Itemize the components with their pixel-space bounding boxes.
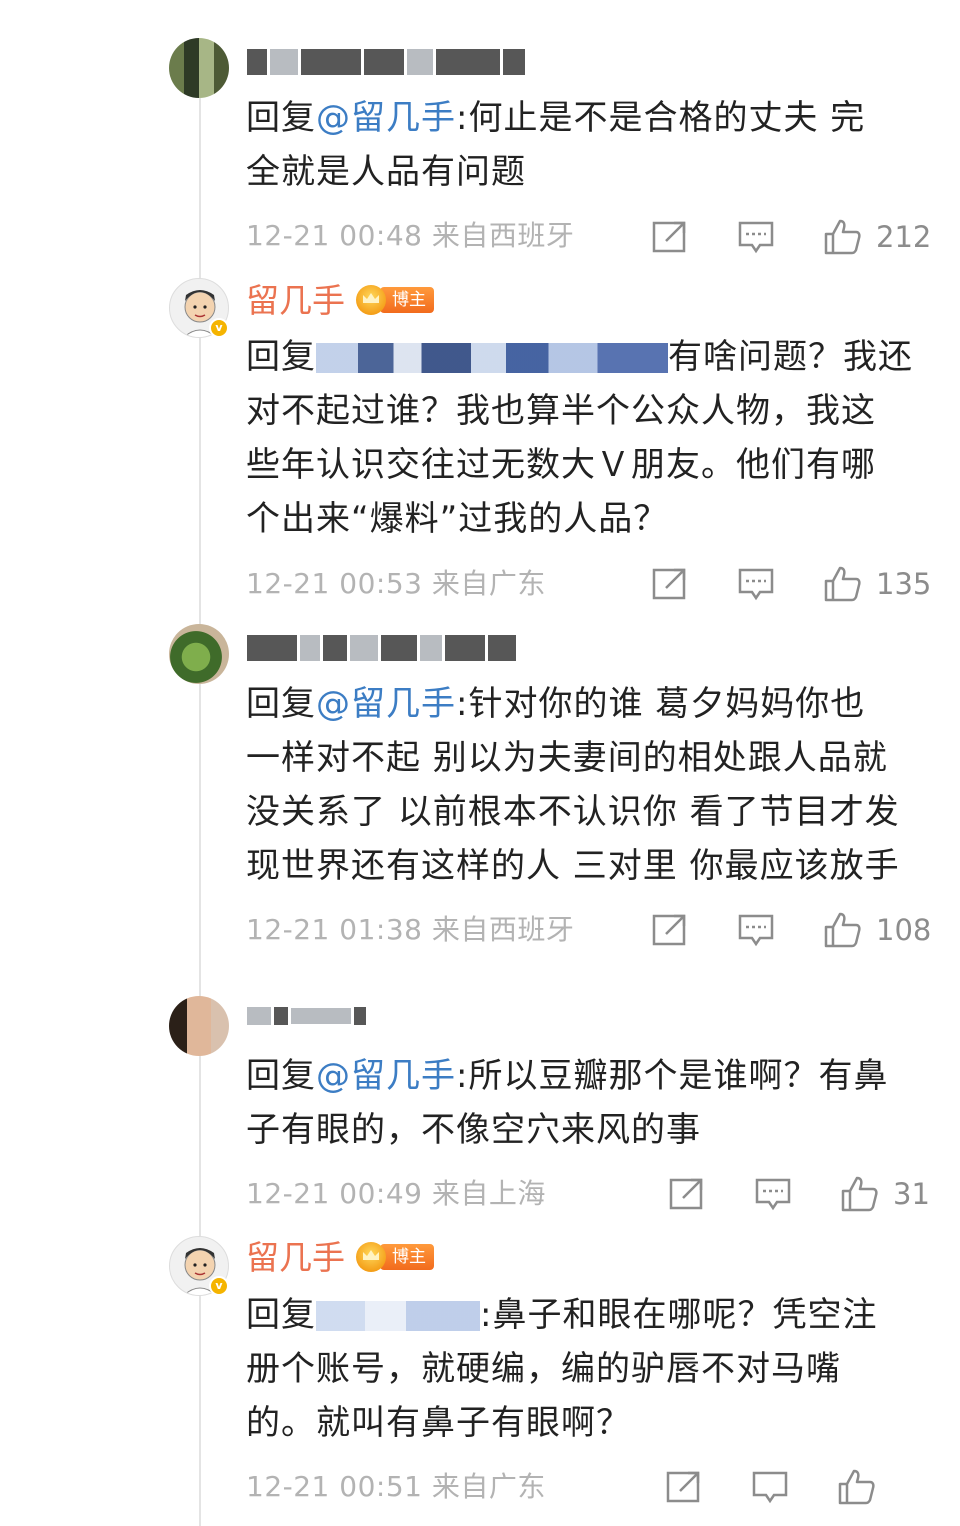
like-icon[interactable] (822, 564, 862, 604)
verified-badge-icon: v (209, 1276, 229, 1296)
mention-link[interactable]: @留几手 (316, 1056, 456, 1096)
blogger-badge: 博主 (356, 1242, 434, 1272)
like-count: 31 (893, 1177, 930, 1211)
like-icon[interactable] (836, 1467, 876, 1507)
share-icon[interactable] (650, 910, 690, 950)
share-icon[interactable] (667, 1174, 707, 1214)
author-name[interactable]: 留几手 (246, 1238, 345, 1278)
mention-link[interactable]: @留几手 (316, 98, 456, 138)
blurred-username[interactable] (247, 632, 516, 664)
mention-link[interactable]: @留几手 (316, 684, 456, 724)
crown-icon (356, 285, 386, 315)
comment-text: 回复 有啥问题？我还 对不起过谁？我也算半个公众人物，我这 些年认识交往过无数大Ｖ… (246, 337, 913, 539)
action-bar: 212 (650, 217, 940, 257)
comment-text: 回复:鼻子和眼在哪呢？凭空注 册个账号，就硬编，编的驴唇不对马嘴 的。就叫有鼻子… (246, 1295, 878, 1443)
comment-icon[interactable] (736, 910, 776, 950)
comment-meta: 12-21 00:49 来自上海 (246, 1177, 546, 1210)
action-bar: 31 (667, 1174, 940, 1214)
blurred-username[interactable] (247, 46, 525, 78)
redacted-mention (316, 343, 668, 373)
comment-meta: 12-21 00:53 来自广东 (246, 567, 546, 600)
like-icon[interactable] (822, 910, 862, 950)
comment-text: 回复@留几手:何止是不是合格的丈夫 完 全就是人品有问题 (246, 98, 866, 192)
comment-meta: 12-21 01:38 来自西班牙 (246, 913, 575, 946)
like-count: 135 (876, 567, 932, 601)
comment-text: 回复@留几手:所以豆瓣那个是谁啊？有鼻 子有眼的，不像空穴来风的事 (246, 1056, 889, 1150)
comment-icon[interactable] (736, 217, 776, 257)
comment-icon[interactable] (736, 564, 776, 604)
redacted-mention (316, 1301, 480, 1331)
avatar[interactable] (169, 38, 229, 98)
like-icon[interactable] (822, 217, 862, 257)
avatar[interactable] (169, 996, 229, 1056)
blurred-username[interactable] (247, 1000, 366, 1032)
comment-icon[interactable] (753, 1174, 793, 1214)
like-icon[interactable] (839, 1174, 879, 1214)
avatar[interactable] (169, 624, 229, 684)
share-icon[interactable] (664, 1467, 704, 1507)
comment-meta: 12-21 00:48 来自西班牙 (246, 219, 575, 252)
comment-text: 回复@留几手:针对你的谁 葛夕妈妈你也 一样对不起 别以为夫妻间的相处跟人品就 … (246, 684, 900, 886)
crown-icon (356, 1242, 386, 1272)
share-icon[interactable] (650, 217, 690, 257)
share-icon[interactable] (650, 564, 690, 604)
author-name[interactable]: 留几手 (246, 281, 345, 321)
like-count: 108 (876, 913, 932, 947)
comment-icon[interactable] (750, 1467, 790, 1507)
action-bar: 108 (650, 910, 940, 950)
action-bar (664, 1467, 940, 1507)
blogger-badge: 博主 (356, 285, 434, 315)
action-bar: 135 (650, 564, 940, 604)
like-count: 212 (876, 220, 932, 254)
verified-badge-icon: v (209, 318, 229, 338)
comment-meta: 12-21 00:51 来自广东 (246, 1470, 546, 1503)
